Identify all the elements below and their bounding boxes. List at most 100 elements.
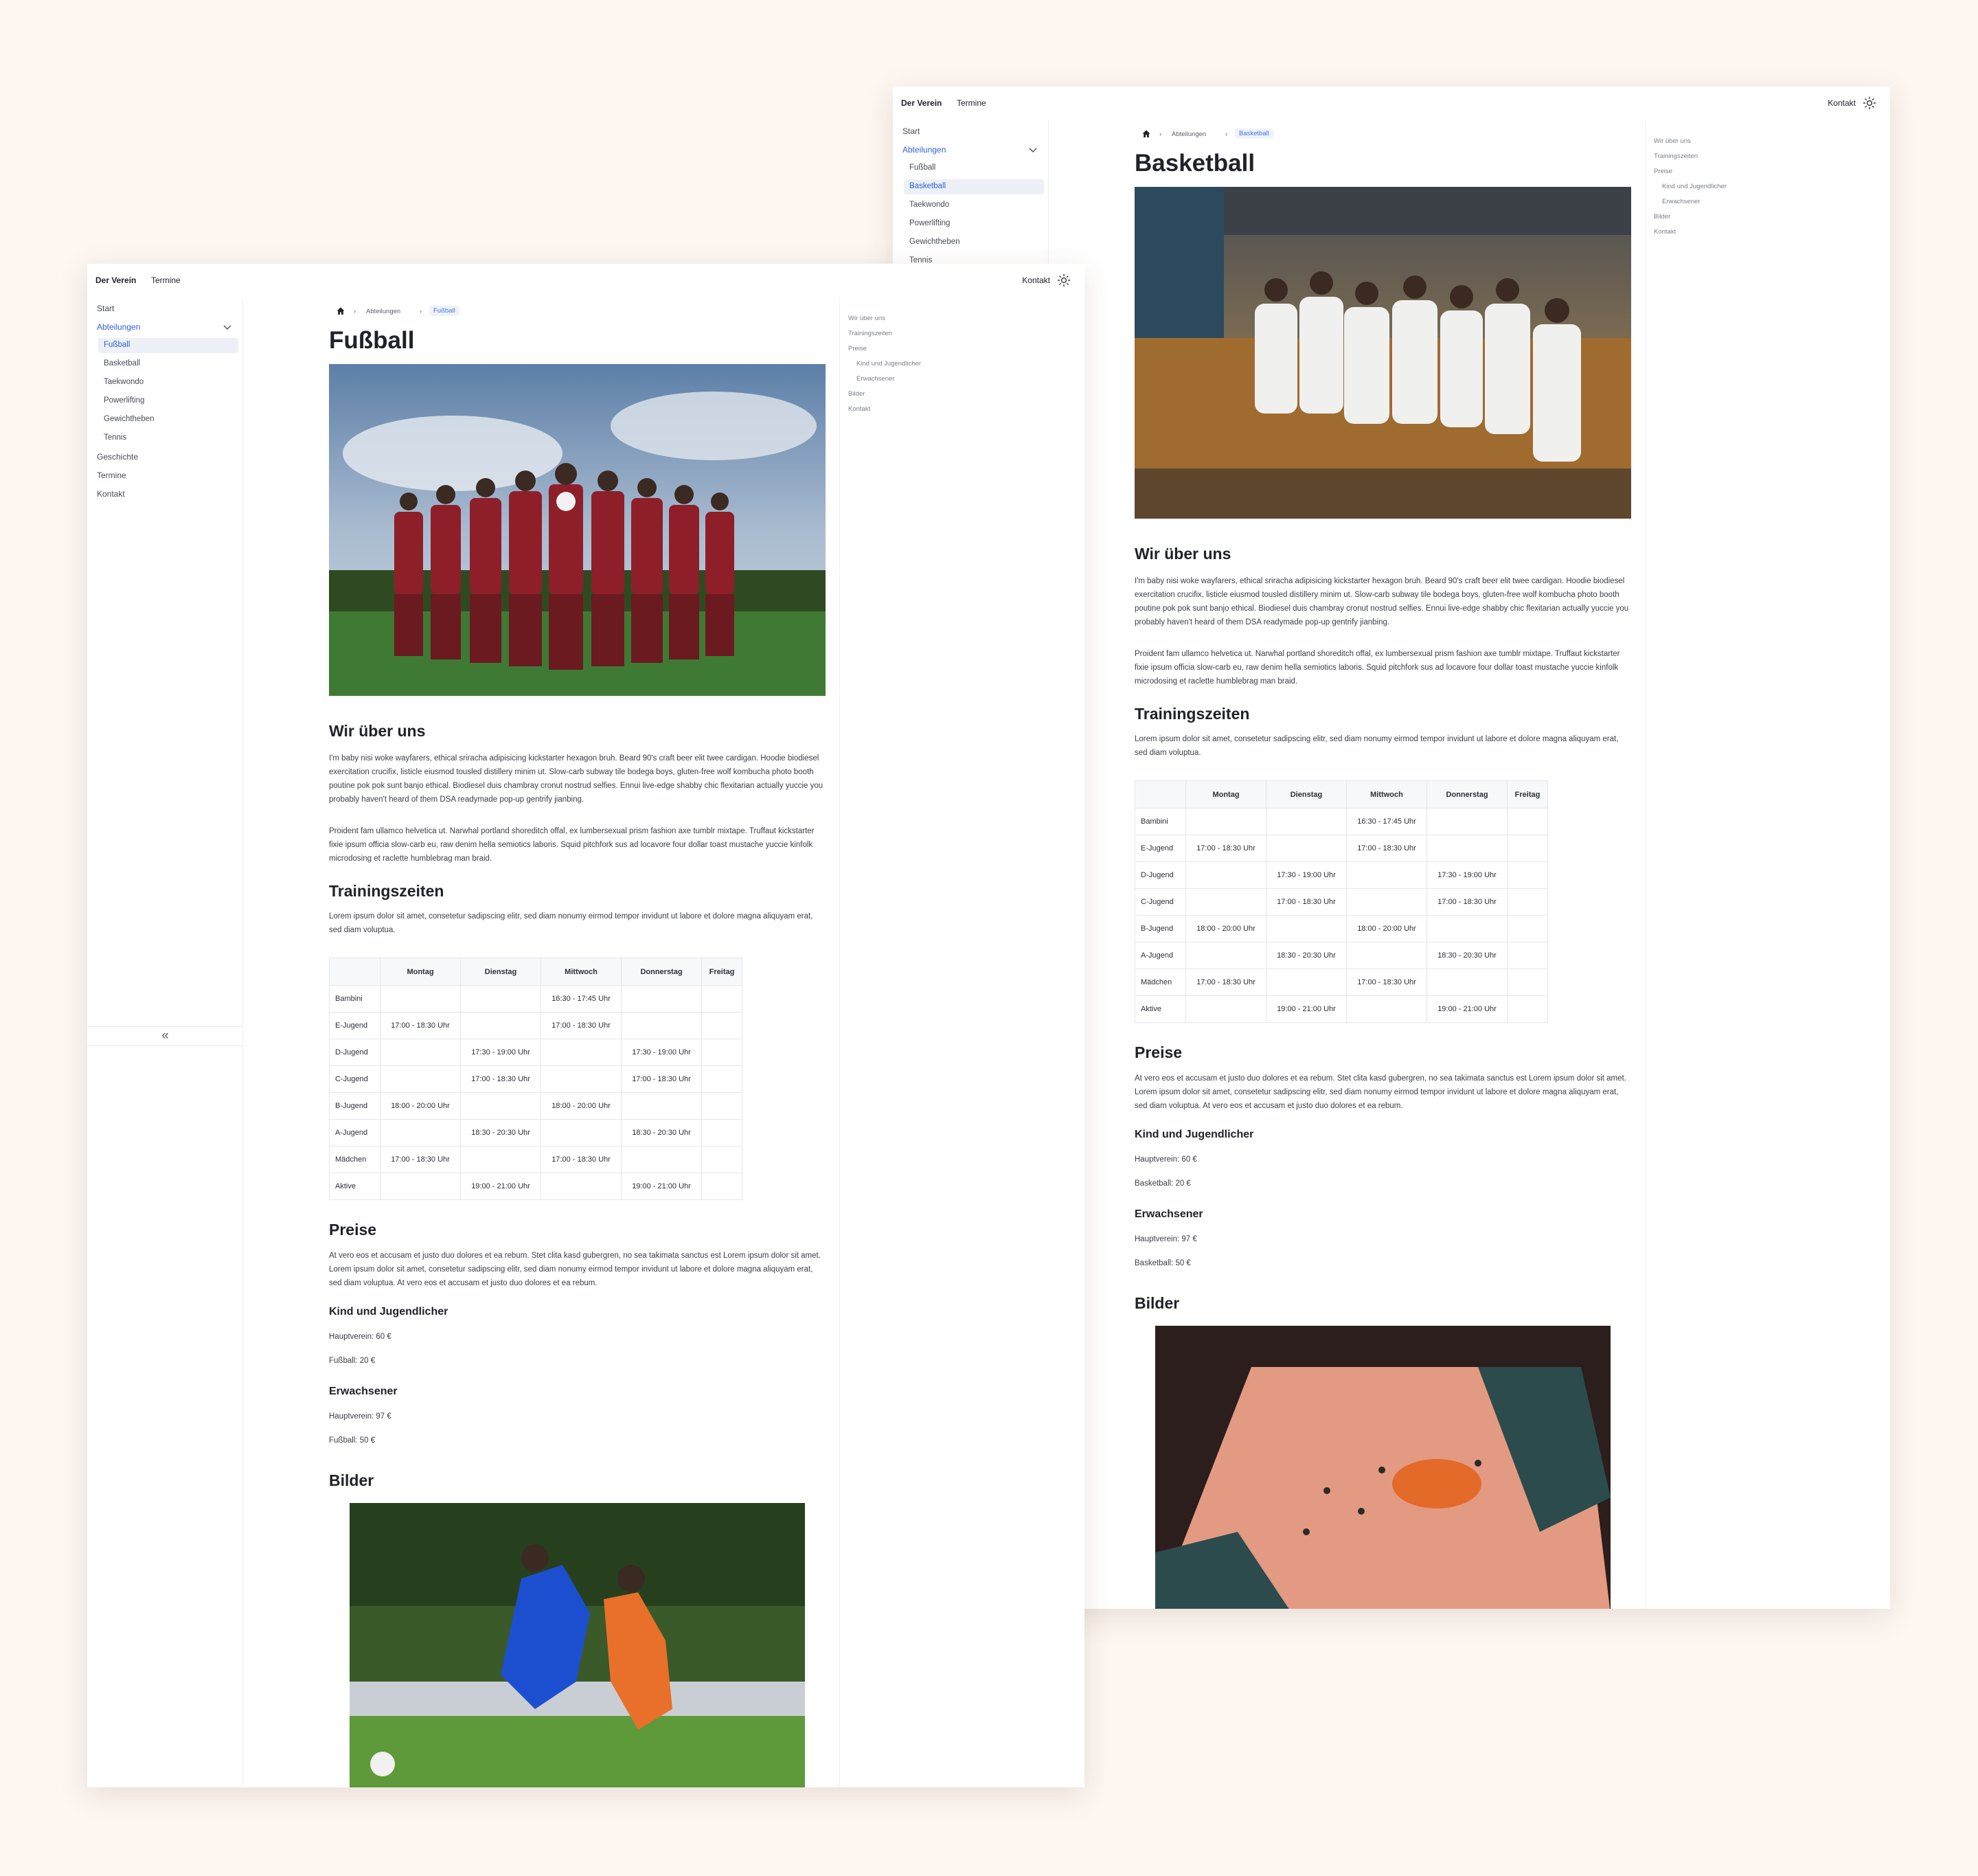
sidebar-item-termine[interactable]: Termine [97,471,126,480]
toc-item-prices[interactable]: Preise [1654,168,1672,175]
table-row: D-Jugend 17:30 - 19:00 Uhr 17:30 - 19:00 U… [1135,861,1548,889]
table-cell: E-Jugend [329,1012,380,1039]
price-adult-main: Hauptverein: 97 € [329,1412,391,1421]
sidebar-item-taekwondo[interactable]: Taekwondo [104,378,144,386]
gallery-football-match-image [350,1503,805,1787]
toc-item-adult[interactable]: Erwachsener [1662,198,1700,205]
nav-termine-link[interactable]: Termine [151,275,181,285]
table-row: C-Jugend 17:00 - 18:30 Uhr 17:00 - 18:30 U… [329,1065,742,1093]
table-cell [541,1119,622,1146]
table-cell: 17:00 - 18:30 Uhr [380,1012,461,1039]
theme-toggle-sun-icon[interactable] [1863,96,1876,110]
sidebar-item-fussball[interactable]: Fußball [909,163,935,172]
toc-item-training[interactable]: Trainingszeiten [1654,152,1698,160]
sidebar-item-powerlifting[interactable]: Powerlifting [909,219,950,227]
breadcrumb-abteilungen[interactable]: Abteilungen [1172,131,1206,138]
sidebar-item-basketball[interactable]: Basketball [104,359,140,368]
toc-item-contact[interactable]: Kontakt [848,405,870,413]
sidebar-item-abteilungen[interactable]: Abteilungen [902,145,946,155]
breadcrumb-separator: › [420,308,422,315]
chevron-down-icon[interactable] [1027,144,1038,155]
table-cell [701,1065,742,1093]
table-cell: A-Jugend [329,1119,380,1146]
table-cell [380,1173,461,1200]
breadcrumb-abteilungen[interactable]: Abteilungen [366,308,400,315]
sidebar-item-basketball[interactable]: Basketball [909,182,946,190]
table-cell: 19:00 - 21:00 Uhr [1266,995,1347,1023]
sidebar-item-gewichtheben[interactable]: Gewichtheben [909,238,960,246]
sidebar-item-powerlifting[interactable]: Powerlifting [104,396,144,405]
toc-item-about[interactable]: Wir über uns [1654,137,1691,145]
chevron-down-icon[interactable] [222,321,233,332]
sidebar-collapse-button[interactable]: « [87,1026,243,1046]
table-cell [1507,835,1548,862]
table-cell: 17:00 - 18:30 Uhr [1185,835,1266,862]
table-cell [380,1119,461,1146]
toc-item-kid[interactable]: Kind und Jugendlicher [856,360,921,368]
table-cell [1507,888,1548,916]
toc-item-contact[interactable]: Kontakt [1654,228,1676,236]
nav-kontakt-link[interactable]: Kontakt [1022,275,1050,285]
subheading-kid: Kind und Jugendlicher [1135,1129,1254,1140]
table-cell [1426,915,1508,942]
table-cell: 17:00 - 18:30 Uhr [1346,969,1427,996]
subheading-kid: Kind und Jugendlicher [329,1306,448,1318]
sidebar-item-taekwondo[interactable]: Taekwondo [909,201,949,209]
page-title: Fußball [329,327,415,354]
brand-link[interactable]: Der Verein [901,98,942,108]
sidebar-item-geschichte[interactable]: Geschichte [97,452,138,462]
sidebar-item-start[interactable]: Start [902,126,920,136]
table-cell [460,1092,541,1120]
sidebar-item-abteilungen[interactable]: Abteilungen [97,322,140,332]
double-chevron-left-icon: « [161,1028,169,1043]
table-cell: 17:00 - 18:30 Uhr [541,1146,622,1173]
toc-item-training[interactable]: Trainingszeiten [848,330,892,337]
table-cell [541,1173,622,1200]
table-cell: Aktive [329,1173,380,1200]
table-header-cell: Montag [1185,780,1266,809]
sidebar-item-gewichtheben[interactable]: Gewichtheben [104,415,155,423]
brand-link[interactable]: Der Verein [95,275,136,285]
about-paragraph-2: Proident fam ullamco helvetica ut. Narwh… [329,827,815,863]
table-cell: 16:30 - 17:45 Uhr [541,985,622,1013]
home-icon[interactable] [1141,129,1151,139]
toc-item-kid[interactable]: Kind und Jugendlicher [1662,183,1727,190]
table-cell: Bambini [329,985,380,1013]
table-cell: 18:00 - 20:00 Uhr [1346,915,1427,942]
table-cell [1185,808,1266,835]
table-cell [1266,969,1347,996]
table-cell: 18:00 - 20:00 Uhr [1185,915,1266,942]
toc-item-prices[interactable]: Preise [848,345,867,352]
page-title: Basketball [1135,150,1255,177]
subheading-adult: Erwachsener [1135,1208,1203,1220]
toc-item-gallery[interactable]: Bilder [1654,213,1670,221]
sidebar-item-start[interactable]: Start [97,304,114,313]
nav-kontakt-link[interactable]: Kontakt [1828,98,1856,108]
table-cell [701,1039,742,1066]
price-kid-main: Hauptverein: 60 € [1135,1155,1197,1164]
theme-toggle-sun-icon[interactable] [1057,273,1071,287]
table-cell: 19:00 - 21:00 Uhr [460,1173,541,1200]
table-cell [701,1173,742,1200]
table-cell [1346,888,1427,916]
nav-termine-link[interactable]: Termine [957,98,986,108]
sidebar-item-kontakt[interactable]: Kontakt [97,489,125,499]
toc-item-gallery[interactable]: Bilder [848,390,865,398]
table-cell [1185,995,1266,1023]
sidebar-item-fussball[interactable]: Fußball [104,341,130,349]
hero-football-team-image [329,364,826,696]
sidebar-item-tennis[interactable]: Tennis [104,433,126,442]
table-cell [1507,915,1548,942]
table-cell: 17:00 - 18:30 Uhr [621,1065,702,1093]
table-row: Aktive 19:00 - 21:00 Uhr 19:00 - 21:00 Uhr [329,1173,742,1200]
table-cell [621,1092,702,1120]
toc-item-adult[interactable]: Erwachsener [856,375,894,383]
home-icon[interactable] [336,306,345,316]
table-cell: 17:00 - 18:30 Uhr [380,1146,461,1173]
price-adult-main: Hauptverein: 97 € [1135,1235,1197,1243]
table-of-contents: Wir über uns Trainingszeiten Preise Kind… [1645,121,1890,1609]
table-header-cell [329,958,380,986]
toc-item-about[interactable]: Wir über uns [848,315,885,322]
gallery-basketball-court-image [1155,1326,1611,1609]
table-cell: C-Jugend [329,1065,380,1093]
